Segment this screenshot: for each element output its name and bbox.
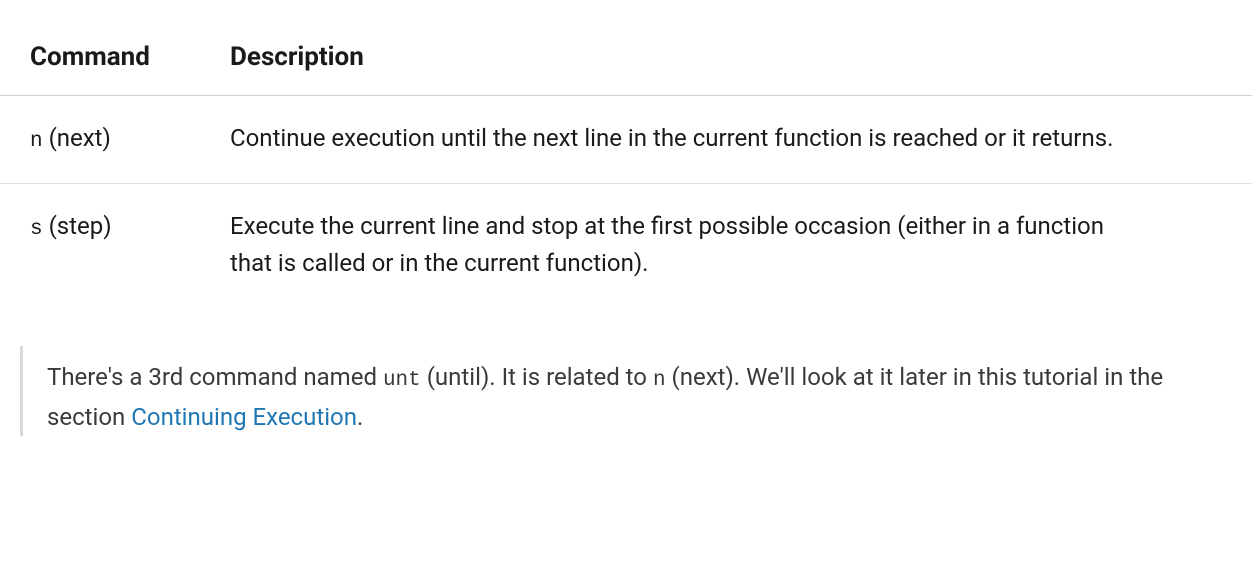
header-command: Command — [0, 20, 200, 96]
command-label: (step) — [43, 212, 112, 240]
inline-code: n — [653, 369, 666, 392]
continuing-execution-link[interactable]: Continuing Execution — [131, 403, 357, 431]
cell-description: Execute the current line and stop at the… — [200, 183, 1252, 306]
inline-code: unt — [383, 369, 421, 392]
table-row: n (next) Continue execution until the ne… — [0, 96, 1252, 184]
cell-command: s (step) — [0, 183, 200, 306]
header-description: Description — [200, 20, 1252, 96]
cell-description: Continue execution until the next line i… — [200, 96, 1252, 184]
table-header-row: Command Description — [0, 20, 1252, 96]
note-paragraph: There's a 3rd command named unt (until).… — [47, 358, 1208, 436]
document-content: Command Description n (next) Continue ex… — [0, 20, 1252, 436]
note-block: There's a 3rd command named unt (until).… — [20, 346, 1232, 436]
cell-command: n (next) — [0, 96, 200, 184]
command-code: s — [30, 218, 43, 241]
table-row: s (step) Execute the current line and st… — [0, 183, 1252, 306]
command-label: (next) — [43, 124, 111, 152]
command-code: n — [30, 130, 43, 153]
commands-table: Command Description n (next) Continue ex… — [0, 20, 1252, 306]
